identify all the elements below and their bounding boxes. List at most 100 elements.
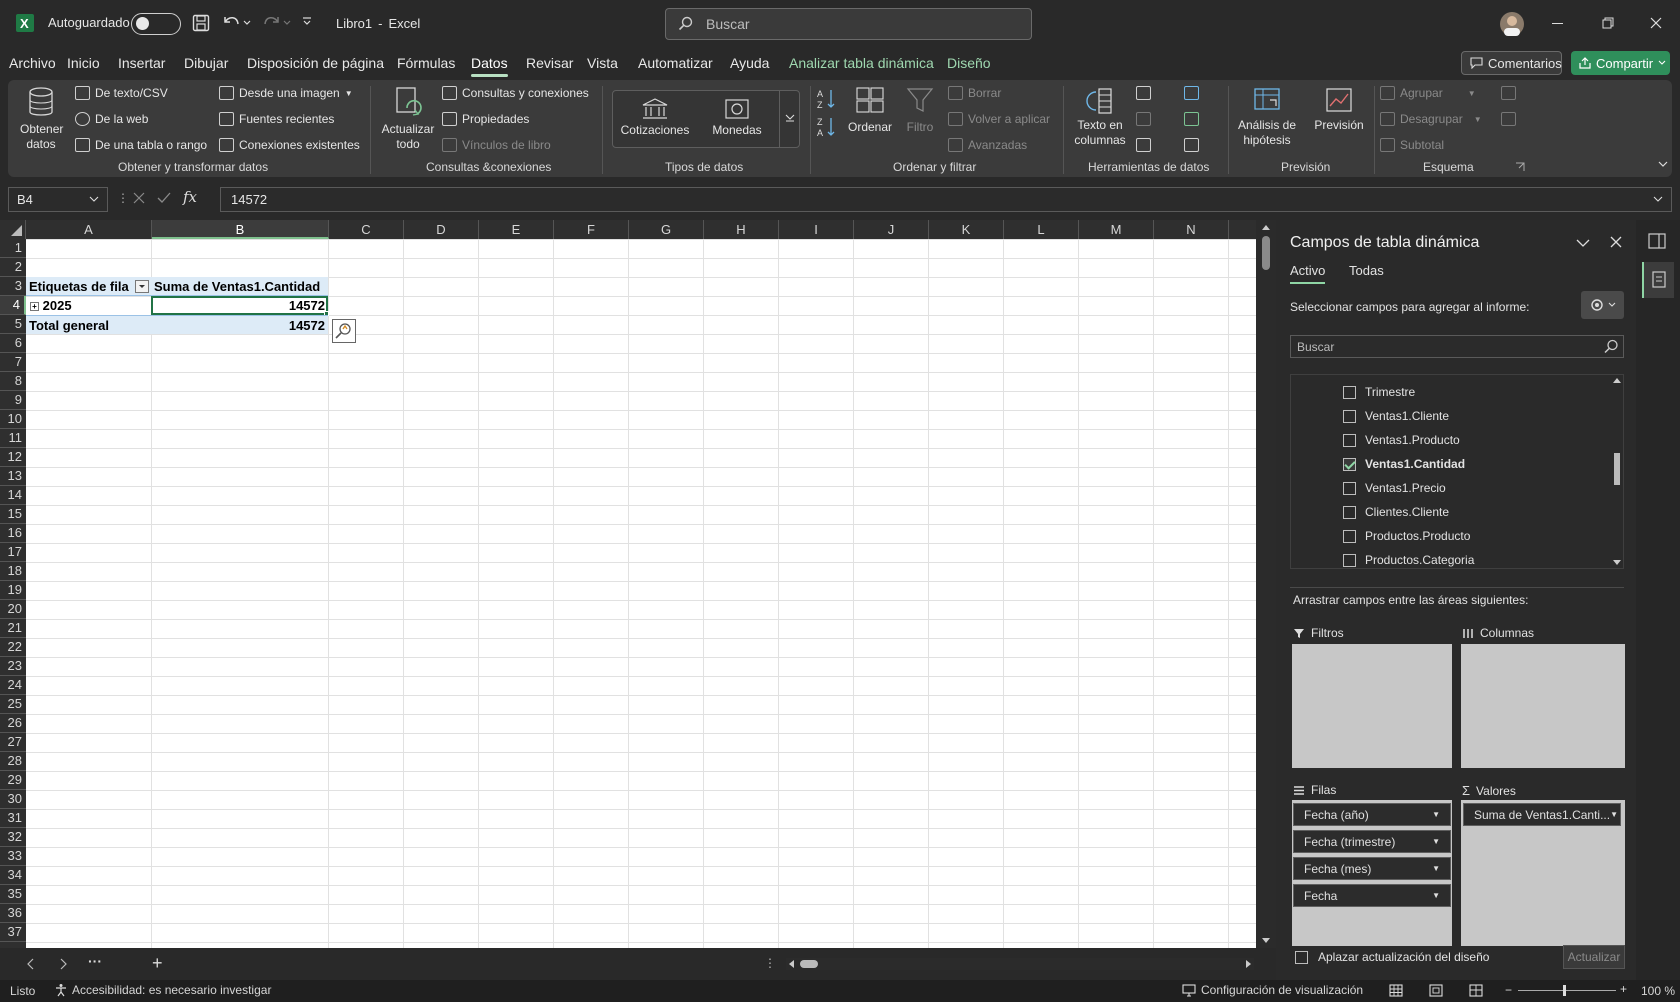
page-break-icon[interactable] [1469,984,1483,997]
row-field-chip[interactable]: Fecha (trimestre) ▼ [1293,830,1451,853]
row-header[interactable]: 5 [0,315,26,334]
data-model-icon[interactable] [1184,138,1199,155]
row-header[interactable]: 16 [0,524,26,543]
column-header-d[interactable]: D [404,220,479,239]
collapse-ribbon-icon[interactable] [1658,160,1668,168]
refresh-all-button[interactable]: Actualizar todo [380,86,436,152]
flash-fill-icon[interactable] [1136,86,1151,103]
filters-drop-area[interactable] [1292,644,1452,768]
column-header-e[interactable]: E [479,220,554,239]
normal-view-icon[interactable] [1389,984,1403,997]
row-header[interactable]: 29 [0,771,26,790]
horizontal-scrollbar[interactable] [786,958,1254,970]
field-checkbox[interactable] [1343,481,1356,495]
cancel-entry-icon[interactable] [131,190,147,206]
sort-button[interactable]: Ordenar [846,86,894,135]
existing-connections-button[interactable]: Conexiones existentes [219,138,360,152]
redo-icon[interactable] [262,13,292,31]
insert-function-icon[interactable]: fx [183,188,197,206]
close-pane-icon[interactable] [1609,235,1623,249]
workbook-links-button[interactable]: Vínculos de libro [442,138,551,152]
stocks-button[interactable]: Cotizaciones [615,97,695,138]
row-header[interactable]: 8 [0,372,26,391]
tab-activo[interactable]: Activo [1290,263,1325,278]
zoom-in-icon[interactable]: + [1620,982,1627,996]
column-header-a[interactable]: A [26,220,152,239]
tab-archivo[interactable]: Archivo [9,55,56,71]
recent-sources-button[interactable]: Fuentes recientes [219,112,334,126]
value-field-chip[interactable]: Suma de Ventas1.Canti... ▼ [1463,803,1621,826]
row-header[interactable]: 33 [0,847,26,866]
row-header[interactable]: 18 [0,562,26,581]
row-header[interactable]: 27 [0,733,26,752]
consolidate-icon[interactable] [1184,86,1199,103]
relationships-icon[interactable] [1184,112,1199,129]
row-header[interactable]: 10 [0,410,26,429]
row-header[interactable]: 28 [0,752,26,771]
field-checkbox[interactable] [1343,433,1356,447]
zoom-out-icon[interactable]: − [1505,983,1512,997]
get-data-button[interactable]: Obtener datos [20,86,63,152]
what-if-analysis-button[interactable]: Análisis de hipótesis [1234,86,1300,148]
show-detail-icon[interactable] [1501,86,1516,103]
pivot-value-header[interactable]: Suma de Ventas1.Cantidad [151,277,328,296]
sort-descending-icon[interactable]: ZA [817,116,837,138]
group-button[interactable]: Agrupar ▼ [1380,86,1476,100]
queries-connections-button[interactable]: Consultas y conexiones [442,86,589,100]
customize-toolbar-icon[interactable] [302,16,312,26]
update-button[interactable]: Actualizar [1563,945,1625,969]
field-settings-button[interactable] [1581,291,1624,319]
properties-button[interactable]: Propiedades [442,112,529,126]
field-checkbox[interactable] [1343,385,1356,399]
field-ventas1-cliente[interactable]: Ventas1.Cliente [1343,409,1449,423]
row-header[interactable]: 26 [0,714,26,733]
share-button[interactable]: Compartir [1571,51,1670,75]
remove-duplicates-icon[interactable] [1136,112,1151,129]
field-ventas1-producto[interactable]: Ventas1.Producto [1343,433,1460,447]
pivot-total-label[interactable]: Total general [26,315,151,334]
row-header[interactable]: 7 [0,353,26,372]
tab-datos[interactable]: Datos [471,55,508,77]
row-header[interactable]: 17 [0,543,26,562]
row-header[interactable]: 3 [0,277,26,296]
pivot-row-item[interactable]: + 2025 [26,296,151,315]
field-clientes-cliente[interactable]: Clientes.Cliente [1343,505,1449,519]
autosave-toggle[interactable] [131,13,181,35]
row-header[interactable]: 35 [0,885,26,904]
column-header-b[interactable]: B [152,220,329,239]
zoom-slider[interactable] [1518,990,1616,991]
page-layout-icon[interactable] [1429,984,1443,997]
currencies-button[interactable]: Monedas [697,97,777,138]
row-header[interactable]: 12 [0,448,26,467]
add-sheet-icon[interactable]: + [152,953,163,974]
dialog-launcher-icon[interactable] [1515,162,1525,172]
columns-drop-area[interactable] [1461,644,1625,768]
tab-dibujar[interactable]: Dibujar [184,55,228,71]
row-header[interactable]: 11 [0,429,26,448]
field-checkbox[interactable] [1343,409,1356,423]
expand-formula-icon[interactable] [1653,196,1663,203]
column-header-c[interactable]: C [329,220,404,239]
clear-filter-button[interactable]: Borrar [948,86,1001,100]
ungroup-button[interactable]: Desagrupar ▼ [1380,112,1482,126]
tab-inicio[interactable]: Inicio [67,55,100,71]
pivot-total-value[interactable]: 14572 [151,315,328,334]
column-header-j[interactable]: J [854,220,929,239]
row-header[interactable]: 15 [0,505,26,524]
column-header-l[interactable]: L [1004,220,1079,239]
field-checkbox[interactable] [1343,529,1356,543]
row-header[interactable]: 32 [0,828,26,847]
forecast-sheet-button[interactable]: Previsión [1306,86,1372,133]
row-header[interactable]: 24 [0,676,26,695]
field-ventas1-cantidad[interactable]: Ventas1.Cantidad [1343,457,1465,471]
tab-todas[interactable]: Todas [1349,263,1384,278]
field-checkbox[interactable] [1343,505,1356,519]
data-validation-icon[interactable] [1136,138,1151,155]
column-header-k[interactable]: K [929,220,1004,239]
hide-detail-icon[interactable] [1501,112,1516,129]
pivot-row-labels-header[interactable]: Etiquetas de fila [26,277,151,296]
tab-diseno[interactable]: Diseño [947,55,991,71]
gallery-expand-icon[interactable] [779,91,799,147]
defer-update-checkbox[interactable] [1295,950,1308,964]
row-header[interactable]: 34 [0,866,26,885]
